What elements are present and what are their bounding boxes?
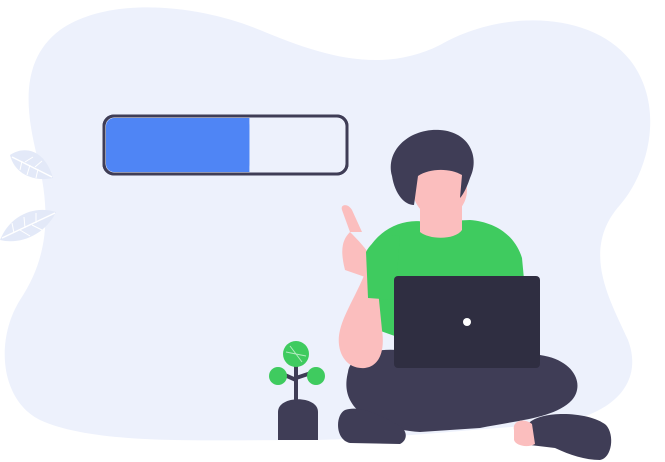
progress-fill	[106, 118, 250, 172]
laptop-logo	[463, 318, 471, 326]
progress-fill-edge	[237, 118, 250, 172]
illustration-scene	[0, 0, 665, 462]
plant-pot	[278, 399, 318, 440]
progress-bar	[102, 114, 349, 176]
illustration-canvas	[0, 7, 651, 460]
